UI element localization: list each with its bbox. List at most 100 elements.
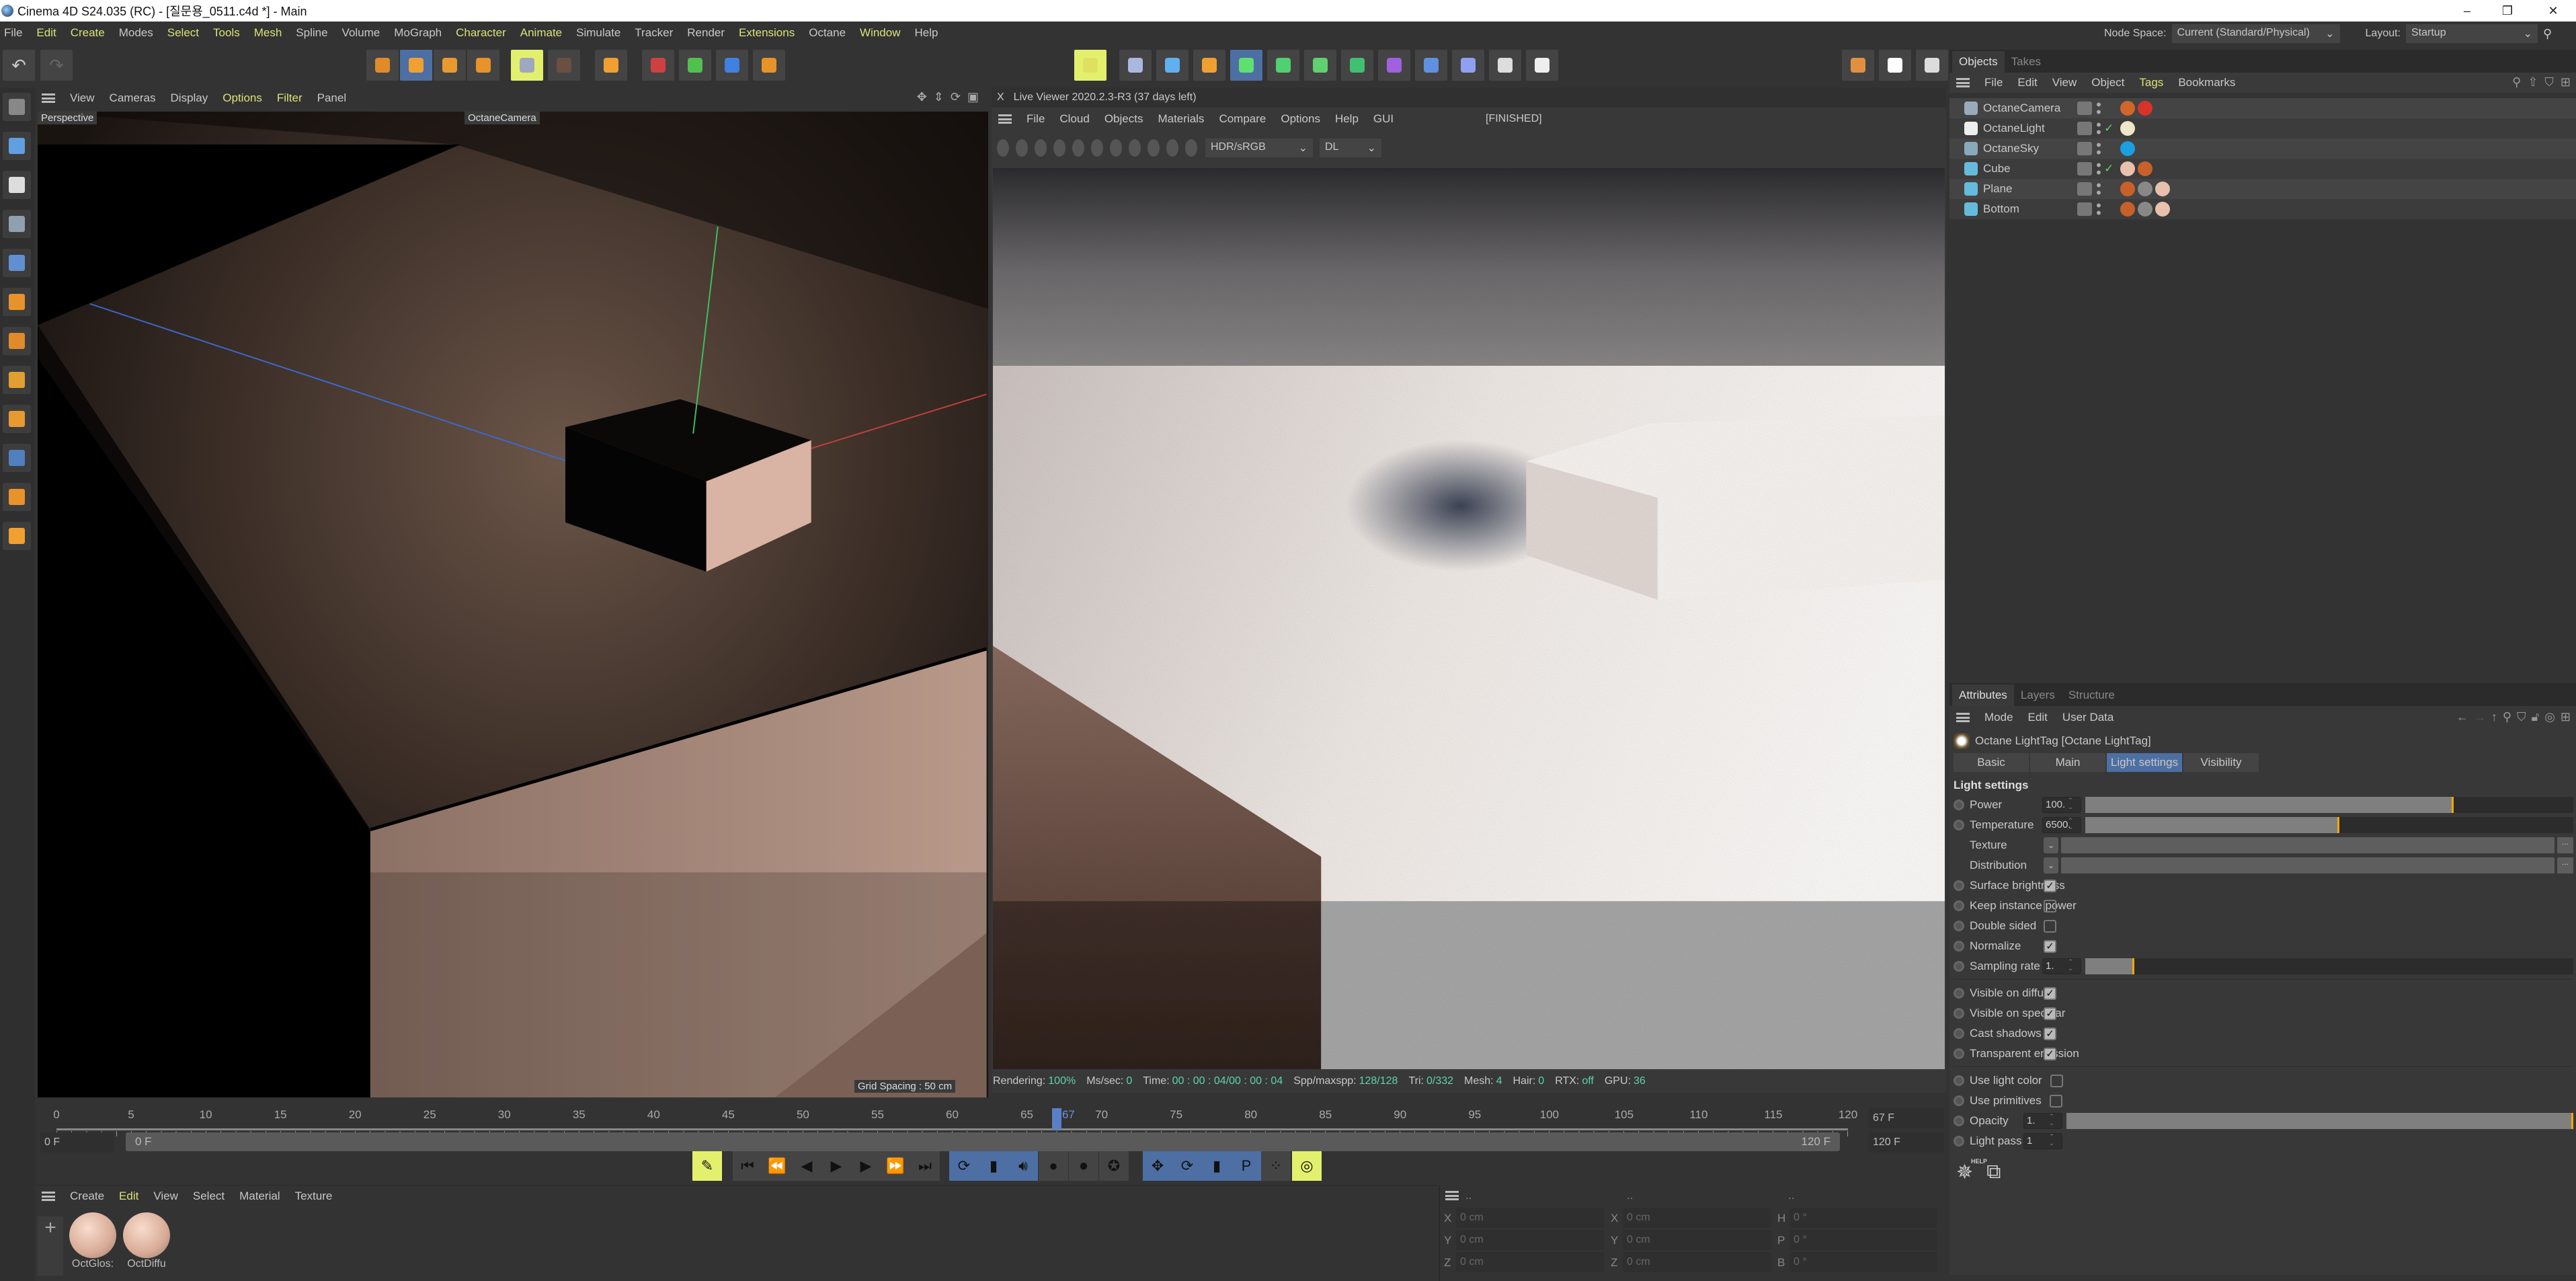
- slider-thumb[interactable]: [2452, 797, 2454, 813]
- material-menu-texture[interactable]: Texture: [295, 1190, 333, 1203]
- viewer-menu-file[interactable]: File: [1027, 112, 1045, 126]
- object-axis-button[interactable]: [753, 50, 785, 81]
- color-mode-dropdown[interactable]: HDR/sRGB ⌄: [1205, 139, 1313, 157]
- animate-radio-icon[interactable]: [1954, 880, 1964, 891]
- playback-range-button[interactable]: ▮: [979, 1151, 1008, 1181]
- visibility-dots-icon[interactable]: [2096, 141, 2101, 156]
- animate-radio-icon[interactable]: [1954, 900, 1964, 911]
- layout-dropdown[interactable]: Startup ⌄: [2406, 24, 2538, 43]
- checkbox[interactable]: [2050, 1074, 2063, 1087]
- node-editor-button[interactable]: ⧉: [1986, 1161, 2001, 1184]
- environment-button[interactable]: [1415, 50, 1447, 81]
- lock-icon[interactable]: 🔓︎: [2532, 710, 2540, 724]
- next-keyframe-button[interactable]: ⏩: [881, 1151, 910, 1181]
- menu-select[interactable]: Select: [167, 26, 199, 40]
- checkbox[interactable]: [2049, 1094, 2062, 1108]
- material-menu-view[interactable]: View: [153, 1190, 178, 1203]
- object-row-plane[interactable]: Plane: [1949, 179, 2576, 199]
- move-tool-button[interactable]: [400, 50, 432, 81]
- viewer-menu-cloud[interactable]: Cloud: [1059, 112, 1089, 126]
- live-selection-button[interactable]: [366, 50, 399, 81]
- next-frame-button[interactable]: ▶: [851, 1151, 881, 1181]
- active-camera-label[interactable]: OctaneCamera: [465, 112, 540, 124]
- forward-arrow-icon[interactable]: →: [2474, 710, 2486, 724]
- target-icon[interactable]: ◎: [2544, 710, 2555, 724]
- tag-icon[interactable]: [2120, 121, 2135, 136]
- visibility-dots-icon[interactable]: [2096, 182, 2101, 196]
- node-space-dropdown[interactable]: Current (Standard/Physical) ⌄: [2171, 24, 2340, 43]
- sound-button[interactable]: 🔊︎: [1008, 1151, 1038, 1181]
- menu-edit[interactable]: Edit: [36, 26, 56, 40]
- menu-tools[interactable]: Tools: [213, 26, 240, 40]
- extrude-button[interactable]: [1267, 50, 1299, 81]
- animate-radio-icon[interactable]: [1954, 961, 1964, 972]
- edges-mode-button[interactable]: [3, 249, 31, 277]
- menu-mesh[interactable]: Mesh: [254, 26, 282, 40]
- animate-radio-icon[interactable]: [1954, 1095, 1964, 1106]
- y-axis-lock-button[interactable]: [679, 50, 711, 81]
- visibility-dots-icon[interactable]: [2096, 101, 2101, 116]
- lock-icon[interactable]: [1091, 139, 1103, 157]
- object-name[interactable]: Plane: [1983, 182, 2070, 196]
- subtab-visibility[interactable]: Visibility: [2183, 753, 2259, 772]
- viewer-menu-options[interactable]: Options: [1281, 112, 1320, 126]
- material-menu-select[interactable]: Select: [193, 1190, 225, 1203]
- undo-button[interactable]: ↶: [3, 50, 35, 81]
- autokey-button[interactable]: ⏺: [1069, 1151, 1098, 1181]
- menu-character[interactable]: Character: [456, 26, 506, 40]
- material-picker-icon[interactable]: [1185, 139, 1197, 157]
- value-field[interactable]: 1.: [2042, 958, 2081, 974]
- animate-radio-icon[interactable]: [1954, 1048, 1964, 1059]
- objects-menu-object[interactable]: Object: [2091, 76, 2124, 89]
- object-row-bottom[interactable]: Bottom: [1949, 199, 2576, 219]
- checkbox[interactable]: [2044, 899, 2056, 913]
- value-field[interactable]: 100.: [2042, 797, 2081, 813]
- value-slider[interactable]: [2085, 797, 2573, 813]
- layer-icon[interactable]: [2077, 102, 2092, 115]
- viewport-menu-filter[interactable]: Filter: [277, 91, 303, 105]
- null-object-button[interactable]: [1119, 50, 1152, 81]
- menu-window[interactable]: Window: [860, 26, 900, 40]
- make-editable-button[interactable]: [3, 93, 31, 121]
- tag-icon[interactable]: [2120, 101, 2135, 116]
- record-active-button[interactable]: ●: [1039, 1151, 1068, 1181]
- visibility-dots-icon[interactable]: [2096, 202, 2101, 217]
- octane-logo-icon[interactable]: [997, 139, 1009, 157]
- viewport-canvas[interactable]: Perspective OctaneCamera Grid Spacing : …: [38, 112, 988, 1097]
- attributes-menu-mode[interactable]: Mode: [1984, 711, 2013, 724]
- playhead[interactable]: [1051, 1108, 1061, 1130]
- uv-mode-button[interactable]: [3, 327, 31, 355]
- tag-icon[interactable]: [2138, 101, 2152, 116]
- slider-thumb[interactable]: [2571, 1113, 2573, 1129]
- floor-grid-button[interactable]: [1452, 50, 1484, 81]
- model-mode-button[interactable]: [548, 50, 580, 81]
- snap-grid-button[interactable]: [3, 405, 31, 433]
- restart-render-icon[interactable]: [1016, 139, 1028, 157]
- menu-mograph[interactable]: MoGraph: [394, 26, 442, 40]
- viewport-solo-button[interactable]: [1074, 50, 1106, 81]
- coord-field[interactable]: 0 cm: [1456, 1208, 1604, 1228]
- search-icon[interactable]: ⚲: [2543, 27, 2552, 41]
- subdivision-button[interactable]: [1230, 50, 1262, 81]
- z-axis-lock-button[interactable]: [716, 50, 748, 81]
- region-render-icon[interactable]: [1053, 139, 1065, 157]
- render-view-button[interactable]: [1842, 50, 1874, 81]
- motion-system-button[interactable]: ◎: [1292, 1151, 1322, 1181]
- visibility-dots-icon[interactable]: [2096, 161, 2101, 176]
- position-key-button[interactable]: ✥: [1143, 1151, 1172, 1181]
- sculpt-button[interactable]: [3, 522, 31, 550]
- animate-radio-icon[interactable]: [1954, 1028, 1964, 1039]
- magnet-button[interactable]: [3, 483, 31, 511]
- cloner-button[interactable]: [1304, 50, 1336, 81]
- menu-render[interactable]: Render: [687, 26, 725, 40]
- viewport-menu-view[interactable]: View: [70, 91, 95, 105]
- menu-animate[interactable]: Animate: [520, 26, 562, 40]
- material-ball-icon[interactable]: [1110, 139, 1122, 157]
- coord-field[interactable]: 0 cm: [1623, 1230, 1771, 1250]
- menu-spline[interactable]: Spline: [296, 26, 327, 40]
- viewer-menu-objects[interactable]: Objects: [1104, 112, 1143, 126]
- checkbox[interactable]: [2044, 919, 2056, 933]
- tab-takes[interactable]: Takes: [2005, 51, 2048, 73]
- light-object-button[interactable]: [1526, 50, 1558, 81]
- frame-range-bar[interactable]: 0 F 120 F: [126, 1132, 1840, 1151]
